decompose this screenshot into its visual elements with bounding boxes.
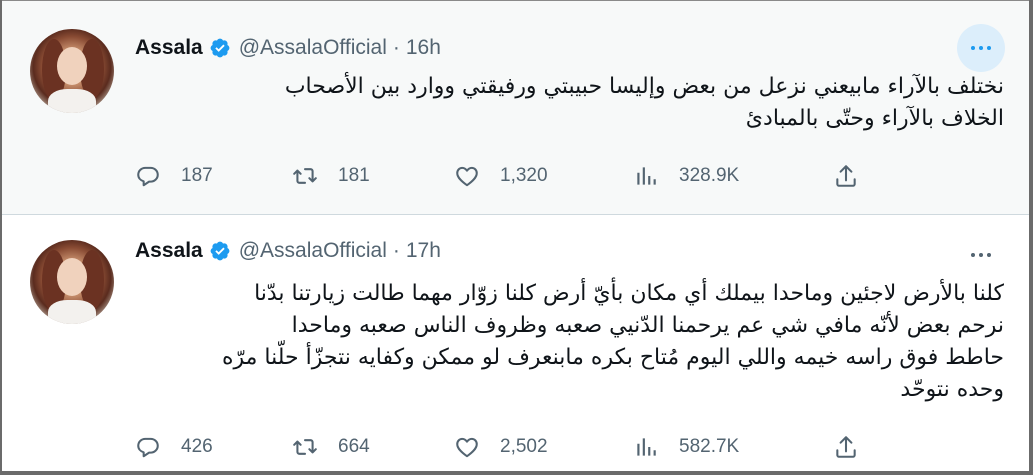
avatar-shirt: [48, 300, 96, 324]
retweet-count: 664: [338, 436, 370, 457]
tweet-card[interactable]: Assala @AssalaOfficial · 17h كلنا بالأرض…: [2, 215, 1029, 471]
tweet-text-line: حاطط فوق راسه خيمه واللي اليوم مُتاح بكر…: [221, 345, 1004, 370]
heart-icon: [456, 166, 478, 187]
author-name[interactable]: Assala: [135, 36, 203, 60]
reply-button[interactable]: 187: [135, 156, 213, 196]
like-count: 1,320: [500, 165, 548, 186]
tweet-text: كلنا بالأرض لاجئين وماحدا بيملك أي مكان …: [142, 278, 1004, 406]
author-handle[interactable]: @AssalaOfficial: [239, 36, 387, 60]
more-options-button[interactable]: [957, 24, 1005, 72]
more-options-icon: [971, 253, 975, 257]
retweet-icon: [293, 439, 317, 455]
like-button[interactable]: 1,320: [454, 156, 548, 196]
tweet-header: Assala @AssalaOfficial · 16h: [135, 33, 441, 63]
more-options-icon: [971, 46, 975, 50]
tweet-header: Assala @AssalaOfficial · 17h: [135, 236, 441, 266]
retweet-button[interactable]: 664: [292, 427, 370, 467]
tweet-text-line: كلنا بالأرض لاجئين وماحدا بيملك أي مكان …: [254, 281, 1004, 306]
reply-count: 187: [181, 165, 213, 186]
views-count: 582.7K: [679, 436, 740, 457]
share-icon: [836, 165, 856, 187]
tweet-text-line: نرحم بعض لأنّه مافي شي عم يرحمنا الدّنيي…: [291, 313, 1004, 338]
more-options-icon: [987, 253, 991, 257]
share-button[interactable]: [833, 156, 859, 196]
separator-dot: ·: [392, 239, 400, 262]
more-options-icon: [979, 46, 983, 50]
avatar-shirt: [48, 89, 96, 113]
tweet-text-line: الخلاف بالآراء وحتّى بالمبادئ: [745, 106, 1004, 131]
reply-icon: [137, 166, 159, 187]
retweet-count: 181: [338, 165, 370, 186]
views-count: 328.9K: [679, 165, 740, 186]
tweet-text-line: نختلف بالآراء مابيعني نزعل من بعض وإليسا…: [284, 74, 1004, 99]
more-options-icon: [987, 46, 991, 50]
retweet-icon: [293, 168, 317, 184]
like-button[interactable]: 2,502: [454, 427, 548, 467]
views-bar-chart-icon: [637, 167, 656, 185]
author-name[interactable]: Assala: [135, 239, 203, 263]
more-options-button[interactable]: [957, 231, 1005, 279]
like-count: 2,502: [500, 436, 548, 457]
avatar-face: [57, 47, 87, 85]
separator-dot: ·: [392, 36, 400, 59]
avatar[interactable]: [30, 29, 114, 113]
share-button[interactable]: [833, 427, 859, 467]
avatar[interactable]: [30, 240, 114, 324]
retweet-button[interactable]: 181: [292, 156, 370, 196]
window-frame-right: [1029, 0, 1033, 475]
reply-icon: [137, 437, 159, 458]
tweet-card[interactable]: Assala @AssalaOfficial · 16h نختلف بالآر…: [2, 1, 1029, 214]
tweet-text-line: وحده نتوحّد: [900, 377, 1004, 402]
views-button[interactable]: 328.9K: [633, 156, 739, 196]
verified-badge-icon: [209, 240, 231, 262]
window-frame-bottom: [0, 471, 1033, 475]
more-options-icon: [979, 253, 983, 257]
share-icon: [836, 436, 856, 458]
tweet-text: نختلف بالآراء مابيعني نزعل من بعض وإليسا…: [142, 71, 1004, 135]
tweet-actions: 426 664 2,502 582.7K: [2, 427, 1029, 467]
tweet-actions: 187 181 1,320 328.9K: [2, 156, 1029, 196]
avatar-face: [57, 258, 87, 296]
heart-icon: [456, 437, 478, 458]
tweet-timestamp[interactable]: 16h: [406, 36, 441, 60]
tweet-timestamp[interactable]: 17h: [406, 239, 441, 263]
author-handle[interactable]: @AssalaOfficial: [239, 239, 387, 263]
reply-button[interactable]: 426: [135, 427, 213, 467]
views-button[interactable]: 582.7K: [633, 427, 739, 467]
reply-count: 426: [181, 436, 213, 457]
views-bar-chart-icon: [637, 438, 656, 456]
verified-badge-icon: [209, 37, 231, 59]
